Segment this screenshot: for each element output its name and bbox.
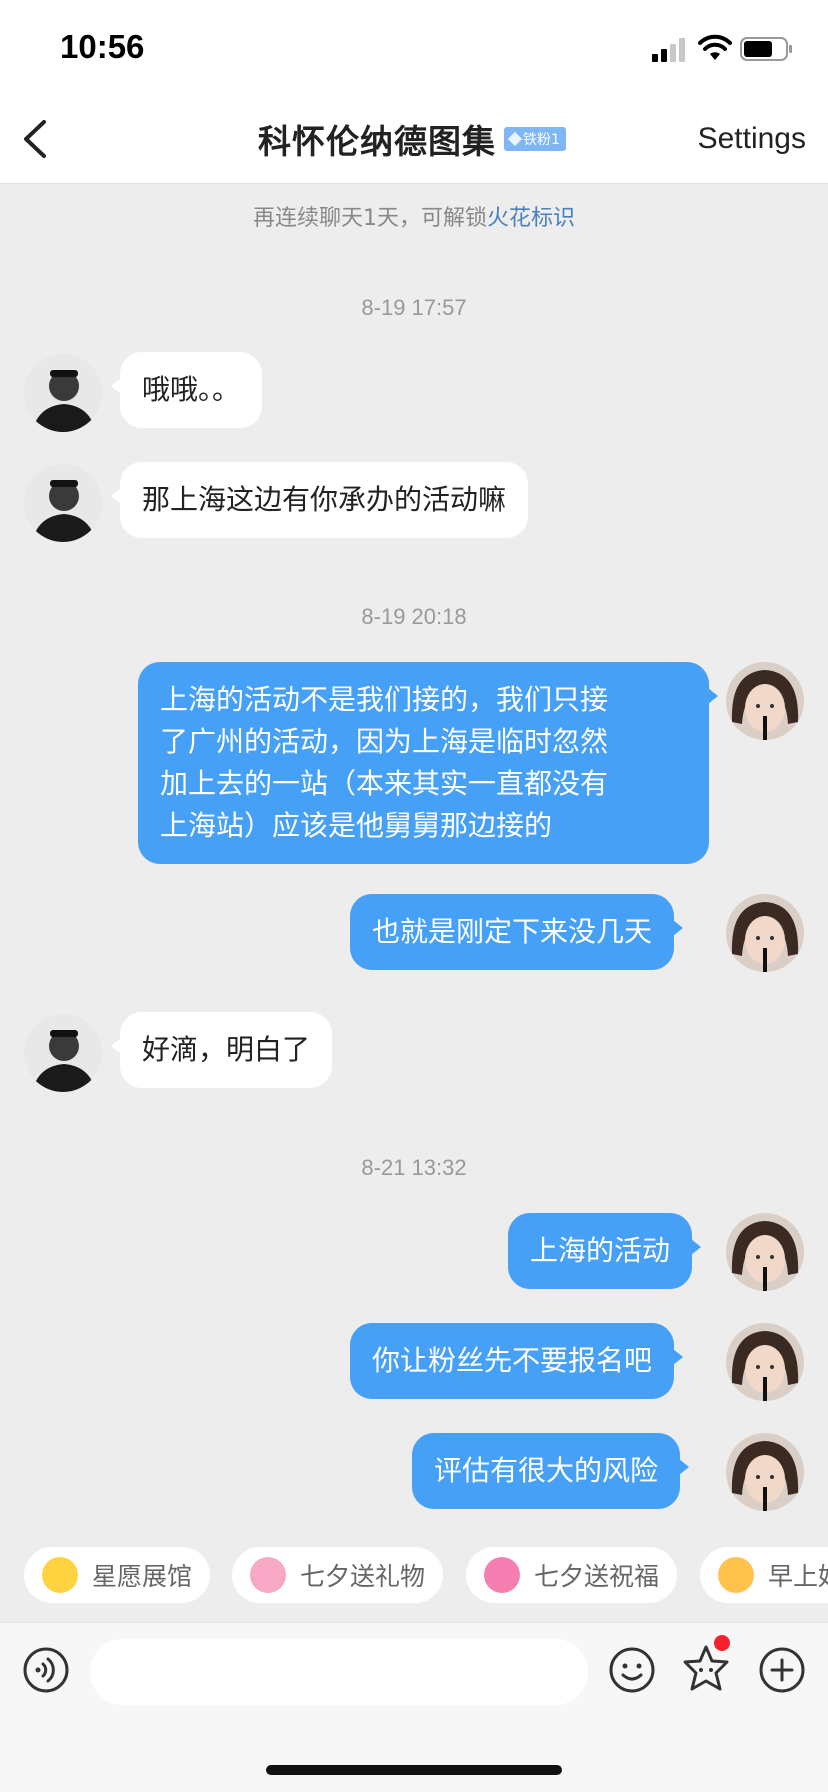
message-line: 上海的活动不是我们接的，我们只接 [160,683,609,716]
emoji-icon[interactable] [608,1646,656,1694]
timestamp: 8-19 17:57 [361,295,467,320]
quick-action-chip[interactable]: 早上好 [700,1547,828,1603]
message-text: 你让粉丝先不要报名吧 [372,1344,653,1377]
contact-avatar[interactable] [24,464,102,542]
notification-dot [714,1635,730,1651]
my-avatar[interactable] [726,1323,804,1401]
spark-link[interactable]: 火花标识 [487,206,575,231]
hint-text: 再连续聊天1天，可解锁 [252,206,487,231]
message-bubble-outgoing[interactable]: 你让粉丝先不要报名吧 [350,1323,684,1399]
chip-label: 星愿展馆 [92,1562,193,1591]
my-avatar[interactable] [726,894,804,972]
sun-face-icon [718,1557,754,1593]
couple-icon [250,1557,286,1593]
message-line: 了广州的活动，因为上海是临时忽然 [160,725,609,758]
message-bubble-outgoing[interactable]: 也就是刚定下来没几天 [350,894,684,970]
home-indicator [266,1765,562,1775]
chat-title-group[interactable]: 科怀伦纳德图集 铁粉1 [258,114,566,164]
plus-icon[interactable] [758,1646,806,1694]
message-bubble-outgoing[interactable]: 评估有很大的风险 [412,1433,690,1509]
message-bubble-incoming[interactable]: 哦哦。。 [110,352,263,428]
my-avatar[interactable] [726,1433,804,1511]
bird-icon [484,1557,520,1593]
chip-label: 七夕送祝福 [534,1562,660,1591]
chip-label: 七夕送礼物 [300,1562,426,1591]
chat-title: 科怀伦纳德图集 [258,122,496,161]
my-avatar[interactable] [726,662,804,740]
message-text: 也就是刚定下来没几天 [372,915,653,948]
message-line: 加上去的一站（本来其实一直都没有 [160,767,609,800]
timestamp: 8-21 13:32 [361,1155,467,1180]
quick-action-chip[interactable]: 七夕送祝福 [466,1547,678,1603]
contact-avatar[interactable] [24,1014,102,1092]
message-bubble-incoming[interactable]: 好滴，明白了 [110,1012,333,1088]
chip-label: 早上好 [768,1562,828,1591]
quick-action-chip[interactable]: 七夕送礼物 [232,1547,444,1603]
quick-action-chip[interactable]: 星愿展馆 [24,1547,211,1603]
back-arrow-icon[interactable] [20,118,50,160]
fan-level-badge: 铁粉1 [504,127,566,151]
message-text: 那上海这边有你承办的活动嘛 [142,483,507,516]
settings-button[interactable]: Settings [698,122,806,156]
voice-input-icon[interactable] [22,1646,70,1694]
diamond-icon [507,131,523,147]
timestamp: 8-19 20:18 [361,604,467,629]
message-bubble-incoming[interactable]: 那上海这边有你承办的活动嘛 [110,462,529,538]
message-bubble-outgoing[interactable]: 上海的活动不是我们接的，我们只接 了广州的活动，因为上海是临时忽然 加上去的一站… [138,662,718,864]
message-line: 上海站）应该是他舅舅那边接的 [160,809,553,842]
message-text: 好滴，明白了 [142,1033,311,1066]
spark-unlock-hint: 再连续聊天1天，可解锁火花标识 [0,200,828,232]
battery-icon [740,37,792,61]
input-bar [0,1622,828,1792]
message-bubble-outgoing[interactable]: 上海的活动 [508,1213,702,1289]
cellular-signal-icon [652,38,685,62]
my-avatar[interactable] [726,1213,804,1291]
contact-avatar[interactable] [24,354,102,432]
quick-action-bar: 星愿展馆 七夕送礼物 七夕送祝福 早上好 [0,1547,828,1607]
status-bar: 10:56 [0,0,828,94]
message-text: 评估有很大的风险 [434,1454,659,1487]
message-text: 上海的活动 [530,1234,671,1267]
message-text: 哦哦。。 [142,373,241,406]
wifi-icon [698,34,732,60]
star-face-icon [42,1557,78,1593]
super-emoji-icon[interactable] [680,1643,732,1695]
status-time: 10:56 [60,28,145,65]
fan-level-label: 铁粉1 [523,132,560,148]
chat-header: 科怀伦纳德图集 铁粉1 Settings [0,94,828,184]
message-input[interactable] [90,1639,588,1705]
